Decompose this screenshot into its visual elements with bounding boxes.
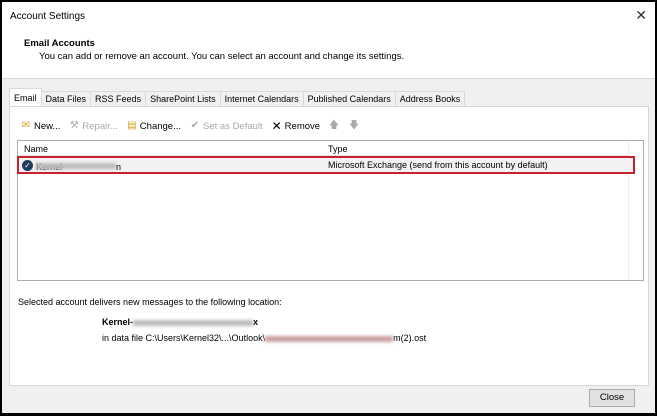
section-description: You can add or remove an account. You ca…: [39, 51, 405, 62]
default-account-check-icon: ✓: [22, 160, 33, 171]
x-icon: ✕: [271, 119, 282, 133]
column-name[interactable]: Name: [24, 144, 48, 154]
email-tab-panel: ✉ New... ⚒ Repair... ▤ Change... ✔ Set as De…: [9, 106, 649, 386]
arrow-up-icon: 🡅: [328, 120, 340, 131]
tab-sharepoint-lists[interactable]: SharePoint Lists: [145, 91, 221, 106]
account-list: Name Type ✓ Kernel-n Microsoft Exchange …: [17, 140, 644, 281]
close-button[interactable]: Close: [589, 389, 635, 407]
tab-data-files[interactable]: Data Files: [40, 91, 92, 106]
dialog-header: Account Settings ✕ Email Accounts You ca…: [2, 2, 655, 79]
set-default-button[interactable]: ✔ Set as Default: [189, 120, 263, 132]
account-settings-dialog: Account Settings ✕ Email Accounts You ca…: [2, 2, 655, 413]
list-header: Name Type: [18, 141, 628, 156]
move-down-button[interactable]: 🡇: [348, 120, 360, 132]
remove-button[interactable]: ✕ Remove: [271, 120, 320, 132]
check-circle-icon: ✔: [190, 120, 200, 131]
account-name: Kernel-n: [36, 160, 121, 172]
new-button[interactable]: ✉ New...: [20, 120, 61, 132]
repair-button[interactable]: ⚒ Repair...: [68, 120, 118, 132]
table-row[interactable]: ✓ Kernel-n Microsoft Exchange (send from…: [17, 156, 635, 174]
close-icon[interactable]: ✕: [635, 7, 647, 24]
section-title: Email Accounts: [24, 38, 95, 49]
move-up-button[interactable]: 🡅: [328, 120, 340, 132]
tab-email[interactable]: Email: [9, 88, 42, 106]
change-button[interactable]: ▤ Change...: [126, 120, 181, 132]
tab-published-calendars[interactable]: Published Calendars: [302, 91, 396, 106]
wrench-icon: ⚒: [69, 120, 79, 131]
tab-internet-calendars[interactable]: Internet Calendars: [219, 91, 304, 106]
account-type: Microsoft Exchange (send from this accou…: [328, 160, 548, 170]
data-file-path: in data file C:\Users\Kernel32\...\Outlo…: [102, 333, 427, 343]
tab-address-books[interactable]: Address Books: [394, 91, 466, 106]
window-title: Account Settings: [10, 11, 86, 22]
tab-bar: Email Data Files RSS Feeds SharePoint Li…: [9, 88, 466, 106]
tab-rss-feeds[interactable]: RSS Feeds: [90, 91, 147, 106]
new-account-icon: ✉: [21, 120, 31, 131]
location-label: Selected account delivers new messages t…: [18, 297, 282, 307]
change-icon: ▤: [127, 120, 137, 131]
arrow-down-icon: 🡇: [348, 120, 360, 131]
column-type[interactable]: Type: [328, 144, 348, 154]
mailbox-name: Kernel-x: [102, 317, 259, 327]
toolbar: ✉ New... ⚒ Repair... ▤ Change... ✔ Set as De…: [20, 120, 360, 132]
